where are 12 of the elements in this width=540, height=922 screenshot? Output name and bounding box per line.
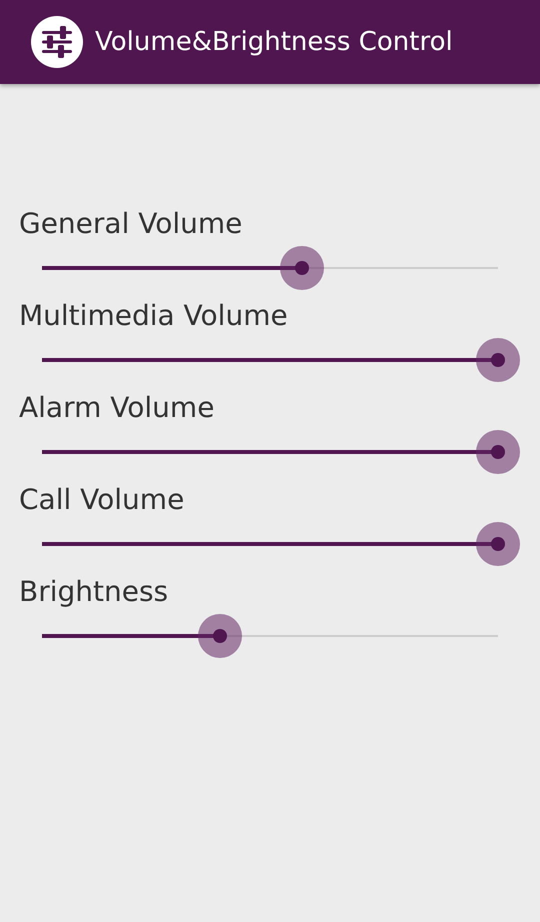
slider-label: General Volume (18, 206, 242, 242)
slider-label: Brightness (18, 574, 168, 610)
slider-thumb[interactable] (476, 430, 520, 474)
slider-thumb[interactable] (280, 246, 324, 290)
slider-thumb[interactable] (198, 614, 242, 658)
slider-label: Call Volume (18, 482, 184, 518)
sliders-icon (31, 16, 83, 68)
app-title: Volume&Brightness Control (95, 27, 453, 57)
slider-thumb[interactable] (476, 522, 520, 566)
slider-label: Multimedia Volume (18, 298, 288, 334)
slider-thumb[interactable] (476, 338, 520, 382)
slider-label: Alarm Volume (18, 390, 214, 426)
